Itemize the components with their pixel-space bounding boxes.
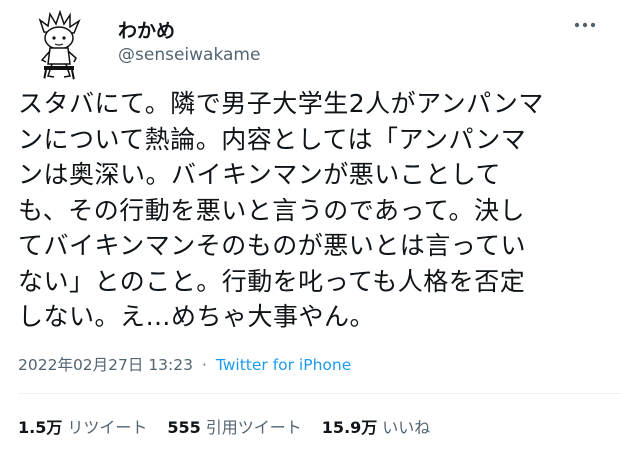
tweet-text-line: ンは奥深い。バイキンマンが悪いことして: [18, 160, 502, 189]
tweet-text: スタバにて。隣で男子大学生2人がアンパンマ ンについて熱論。内容としては「アンパ…: [18, 86, 608, 335]
quotes-stat[interactable]: 555 引用ツイート: [167, 414, 301, 438]
tweet-datetime[interactable]: 2022年02月27日 13:23: [18, 356, 193, 374]
user-handle[interactable]: @senseiwakame: [118, 45, 260, 65]
avatar-cartoon-icon: [38, 10, 81, 81]
meta-separator: ·: [201, 356, 207, 374]
tweet-source-link[interactable]: Twitter for iPhone: [216, 356, 351, 374]
more-horizontal-icon[interactable]: [570, 10, 600, 40]
tweet-text-line: ない」とのこと。行動を叱っても人格を否定: [18, 266, 526, 296]
quotes-label: 引用ツイート: [205, 418, 302, 437]
retweets-count: 1.5万: [18, 418, 63, 437]
retweets-stat[interactable]: 1.5万 リツイート: [18, 414, 147, 438]
likes-label: いいね: [382, 418, 431, 437]
quotes-count: 555: [167, 418, 201, 437]
tweet-text-line: も、その行動を悪いと言うのであって。決し: [18, 195, 526, 225]
likes-count: 15.9万: [321, 418, 378, 437]
tweet-meta: 2022年02月27日 13:23 · Twitter for iPhone: [18, 353, 351, 375]
tweet-text-line: ンについて熱論。内容としては「アンパンマ: [18, 124, 527, 154]
likes-stat[interactable]: 15.9万 いいね: [322, 414, 431, 438]
divider: [18, 393, 620, 394]
display-name[interactable]: わかめ: [118, 16, 175, 43]
tweet-card: わかめ @senseiwakame スタバにて。隣で男子大学生2人がアンパンマ …: [0, 0, 620, 452]
tweet-text-line: スタバにて。隣で男子大学生2人がアンパンマ: [18, 89, 544, 118]
tweet-stats: 1.5万 リツイート 555 引用ツイート 15.9万 いいね: [18, 414, 430, 438]
avatar[interactable]: [24, 10, 96, 82]
tweet-text-line: てバイキンマンそのものが悪いとは言ってい: [18, 231, 527, 260]
retweets-label: リツイート: [67, 418, 148, 437]
tweet-text-line: しない。え…めちゃ大事やん。: [18, 302, 376, 331]
